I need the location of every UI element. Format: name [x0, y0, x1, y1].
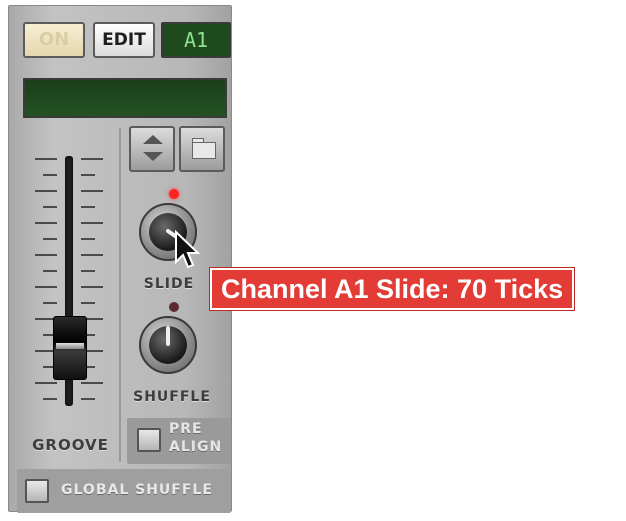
fader-tick — [43, 398, 57, 400]
fader-tick — [81, 302, 95, 304]
fader-tick — [35, 286, 57, 288]
fader-tick — [43, 206, 57, 208]
pre-align-label-line1: PRE — [169, 421, 203, 437]
fader-tick — [43, 174, 57, 176]
fader-tick — [81, 222, 103, 224]
pattern-up-down-button[interactable] — [129, 126, 175, 172]
slide-label: SLIDE — [143, 276, 195, 292]
shuffle-led — [169, 302, 179, 312]
global-shuffle-button[interactable] — [25, 479, 49, 503]
fader-tick — [81, 254, 103, 256]
pattern-select-group — [129, 126, 227, 176]
slide-value-tooltip: Channel A1 Slide: 70 Ticks — [208, 267, 576, 311]
fader-tick — [81, 190, 103, 192]
arrow-down-icon[interactable] — [143, 152, 163, 161]
arrow-up-icon[interactable] — [143, 135, 163, 144]
channel-display: A1 — [161, 22, 231, 58]
groove-fader[interactable] — [23, 128, 118, 462]
fader-tick — [81, 270, 95, 272]
fader-tick — [35, 254, 57, 256]
fader-tick — [81, 158, 103, 160]
edit-button[interactable]: EDIT — [93, 22, 155, 58]
shuffle-knob-pointer — [166, 326, 170, 346]
fader-tick — [35, 222, 57, 224]
channel-name-display — [23, 78, 227, 118]
pre-align-label-line2: ALIGN — [169, 439, 223, 455]
fader-handle[interactable] — [53, 316, 87, 380]
slide-led — [169, 189, 179, 199]
browse-patch-button[interactable] — [179, 126, 225, 172]
mouse-cursor-icon — [175, 230, 201, 269]
on-button[interactable]: ON — [23, 22, 85, 58]
shuffle-knob-cap — [149, 326, 187, 364]
pre-align-button[interactable] — [137, 428, 161, 452]
section-divider — [119, 128, 121, 462]
global-shuffle-section: GLOBAL SHUFFLE — [17, 469, 231, 513]
groove-label: GROOVE — [32, 436, 109, 454]
fader-tick — [81, 398, 95, 400]
pre-align-section: PRE ALIGN — [127, 418, 231, 464]
fader-tick — [81, 238, 95, 240]
shuffle-label: SHUFFLE — [133, 389, 211, 405]
fader-tick — [81, 174, 95, 176]
folder-icon — [192, 142, 216, 159]
fader-tick — [43, 238, 57, 240]
global-shuffle-label: GLOBAL SHUFFLE — [61, 482, 213, 498]
fader-tick — [81, 206, 95, 208]
fader-tick — [35, 190, 57, 192]
fader-tick — [35, 158, 57, 160]
fader-tick — [81, 382, 103, 384]
fader-tick — [81, 286, 103, 288]
fader-tick — [43, 302, 57, 304]
fader-tick — [43, 270, 57, 272]
shuffle-knob[interactable] — [139, 316, 197, 374]
fader-tick — [35, 382, 57, 384]
